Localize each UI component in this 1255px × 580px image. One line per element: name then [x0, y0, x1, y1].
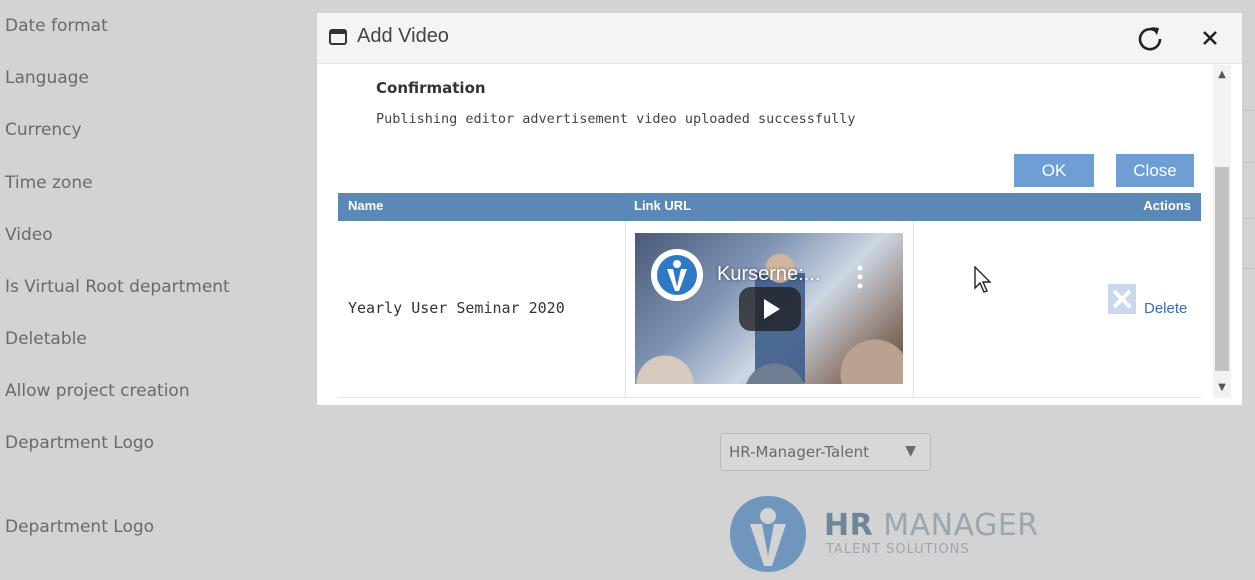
department-logo-image: HR MANAGER TALENT SOLUTIONS [728, 494, 1058, 574]
channel-logo-icon [651, 249, 703, 301]
column-divider [913, 221, 914, 397]
dialog-title: Add Video [357, 25, 449, 47]
label-currency: Currency [5, 120, 82, 140]
confirmation-toast: Confirmation Publishing editor advertise… [376, 79, 856, 127]
column-header-link-url: Link URL [634, 198, 692, 213]
video-thumbnail[interactable]: Kurserne:... [635, 233, 903, 384]
thumbnail-audience [635, 324, 903, 384]
play-button[interactable] [739, 287, 801, 331]
column-divider [625, 221, 626, 397]
add-video-dialog: Add Video ▲ ▼ OK Close Name Link URL Act… [316, 12, 1243, 406]
background-right-edge [1244, 0, 1255, 580]
logo-tagline: TALENT SOLUTIONS [826, 542, 970, 557]
video-title: Kurserne:... [717, 263, 821, 285]
label-language: Language [5, 68, 89, 88]
label-time-zone: Time zone [5, 173, 93, 193]
scroll-up-icon[interactable]: ▲ [1213, 67, 1231, 83]
mouse-pointer-icon [974, 266, 992, 293]
label-department-logo: Department Logo [5, 433, 155, 453]
label-video: Video [5, 225, 53, 245]
label-virtual-root: Is Virtual Root department [5, 277, 230, 297]
department-logo-select-value: HR-Manager-Talent [729, 443, 869, 461]
dialog-scrollbar[interactable]: ▲ ▼ [1213, 65, 1231, 398]
column-header-actions: Actions [1143, 198, 1191, 213]
hr-manager-logo-icon [730, 496, 806, 572]
label-department-logo-preview: Department Logo [5, 517, 155, 537]
close-icon[interactable] [1197, 24, 1223, 52]
scroll-down-icon[interactable]: ▼ [1213, 380, 1231, 396]
dialog-header: Add Video [317, 13, 1242, 64]
window-icon [329, 29, 347, 45]
column-header-name: Name [348, 198, 384, 213]
ok-button[interactable]: OK [1014, 154, 1094, 187]
video-table-header: Name Link URL Actions [338, 193, 1201, 221]
scroll-thumb[interactable] [1215, 167, 1229, 371]
close-button[interactable]: Close [1116, 154, 1194, 187]
label-allow-project-creation: Allow project creation [5, 381, 190, 401]
chevron-down-icon: ▼ [905, 443, 916, 459]
table-row: Yearly User Seminar 2020 Kurserne:... De… [338, 221, 1201, 398]
label-date-format: Date format [5, 16, 108, 36]
delete-link[interactable]: Delete [1144, 300, 1187, 317]
toast-message: Publishing editor advertisement video up… [376, 111, 856, 127]
video-name-cell: Yearly User Seminar 2020 [348, 299, 565, 317]
department-logo-select[interactable]: HR-Manager-Talent ▼ [720, 433, 931, 471]
play-icon [764, 299, 780, 319]
toast-title: Confirmation [376, 79, 486, 97]
label-deletable: Deletable [5, 329, 87, 349]
logo-brand-text: HR MANAGER [824, 508, 1039, 543]
refresh-icon[interactable] [1136, 24, 1164, 52]
delete-action[interactable]: Delete [1108, 284, 1198, 318]
delete-icon[interactable] [1108, 284, 1136, 314]
more-options-icon[interactable] [857, 265, 863, 289]
